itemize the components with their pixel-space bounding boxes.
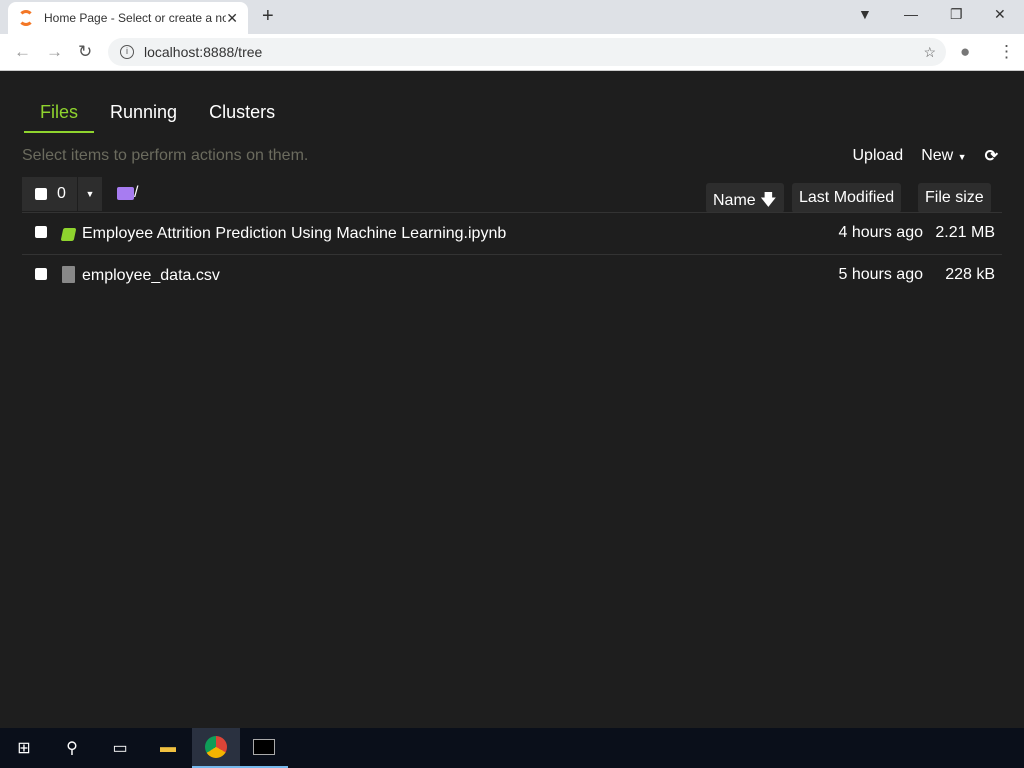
minimize-button[interactable]: — <box>904 6 918 22</box>
sort-name-button[interactable]: Name 🡇 <box>706 183 784 213</box>
file-name-link[interactable]: Employee Attrition Prediction Using Mach… <box>82 225 506 243</box>
tab-title: Home Page - Select or create a notebook <box>44 11 227 25</box>
forward-button[interactable]: → <box>46 42 63 62</box>
profile-dropdown-icon[interactable]: ▼ <box>858 6 872 22</box>
close-window-button[interactable]: ✕ <box>994 6 1006 23</box>
terminal-icon[interactable] <box>240 728 288 768</box>
tab-running[interactable]: Running <box>94 100 193 133</box>
selected-count: 0 <box>57 185 66 202</box>
select-all-button[interactable]: 0 <box>22 177 77 211</box>
select-all-checkbox[interactable] <box>35 188 47 200</box>
selection-hint: Select items to perform actions on them. <box>22 147 309 164</box>
restore-button[interactable]: ❐ <box>950 6 963 23</box>
sort-modified-button[interactable]: Last Modified <box>792 183 902 213</box>
tab-clusters[interactable]: Clusters <box>193 100 291 133</box>
sort-size-button[interactable]: File size <box>918 183 991 213</box>
file-icon <box>62 266 75 283</box>
chrome-icon[interactable] <box>192 728 240 768</box>
breadcrumb: / <box>117 184 138 202</box>
upload-button[interactable]: Upload <box>853 147 904 165</box>
breadcrumb-root[interactable]: / <box>134 184 138 202</box>
close-tab-icon[interactable]: ✕ <box>226 10 238 27</box>
folder-icon[interactable] <box>117 186 134 200</box>
refresh-icon[interactable]: ⟳ <box>985 146 998 166</box>
notebook-icon <box>60 228 77 241</box>
browser-tab-strip: Home Page - Select or create a notebook … <box>0 0 1024 34</box>
row-checkbox[interactable] <box>35 226 47 238</box>
new-label: New <box>921 147 954 164</box>
new-tab-button[interactable]: + <box>262 5 274 28</box>
file-row[interactable]: employee_data.csv 5 hours ago 228 kB <box>22 254 1002 294</box>
file-row[interactable]: Employee Attrition Prediction Using Mach… <box>22 212 1002 252</box>
reload-button[interactable]: ↻ <box>78 42 92 62</box>
url-text: localhost:8888/tree <box>144 44 263 60</box>
file-modified: 4 hours ago <box>838 224 923 241</box>
main-tabs: Files Running Clusters <box>24 100 291 133</box>
name-header-label: Name <box>713 192 756 209</box>
url-input[interactable]: i localhost:8888/tree ☆ <box>108 38 946 66</box>
select-dropdown-button[interactable]: ▼ <box>78 177 102 211</box>
file-size: 2.21 MB <box>935 224 995 241</box>
file-name-link[interactable]: employee_data.csv <box>82 267 220 285</box>
menu-icon[interactable]: ⋮ <box>998 42 1015 62</box>
windows-start-icon[interactable]: ⊞ <box>0 728 48 768</box>
arrow-down-icon: 🡇 <box>760 192 777 209</box>
browser-tab[interactable]: Home Page - Select or create a notebook … <box>8 2 248 34</box>
file-modified: 5 hours ago <box>838 266 923 283</box>
profile-icon[interactable]: ● <box>960 42 970 62</box>
file-size: 228 kB <box>945 266 995 283</box>
new-button[interactable]: New ▼ <box>921 147 966 165</box>
search-icon[interactable]: ⚲ <box>48 728 96 768</box>
taskbar: ⊞ ⚲ ▭ ▬ <box>0 728 1024 768</box>
caret-down-icon: ▼ <box>957 152 967 162</box>
jupyter-logo-icon <box>18 10 34 26</box>
task-view-icon[interactable]: ▭ <box>96 728 144 768</box>
info-icon[interactable]: i <box>120 45 134 59</box>
bookmark-star-icon[interactable]: ☆ <box>923 44 936 61</box>
back-button[interactable]: ← <box>14 42 31 62</box>
address-bar: ← → ↻ i localhost:8888/tree ☆ ● ⋮ <box>0 34 1024 71</box>
row-checkbox[interactable] <box>35 268 47 280</box>
file-explorer-icon[interactable]: ▬ <box>144 728 192 768</box>
tab-files[interactable]: Files <box>24 100 95 133</box>
